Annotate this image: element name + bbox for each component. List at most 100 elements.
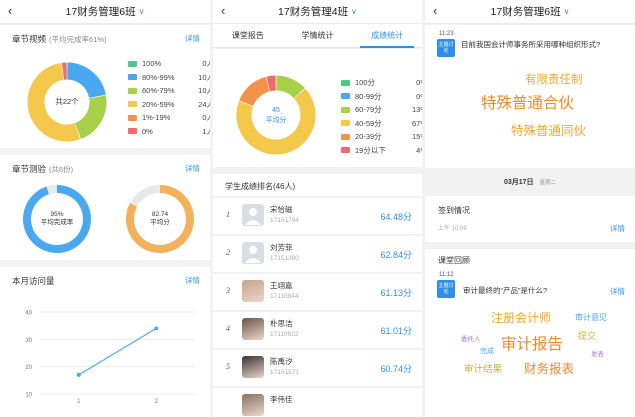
word-cloud-item: 特殊普通同伙 <box>511 124 587 138</box>
legend-swatch <box>341 133 350 140</box>
avatar <box>242 356 264 378</box>
test-detail-link[interactable]: 详情 <box>185 163 200 174</box>
student-name: 王翊嘉 <box>270 281 293 290</box>
student-score: 60.74分 <box>380 364 412 374</box>
review-question[interactable]: 审计最终的“产品”是什么? <box>463 285 547 296</box>
rank-number: 4 <box>226 324 230 333</box>
app-root: ‹ 17财务管理6班 ∨ 章节视频 (平均完成率61%) 详情 共22个 100%… <box>0 0 635 417</box>
donut-slice <box>66 62 106 99</box>
ranking-row[interactable]: 3 王翊嘉 17110844 61.13分 <box>213 274 422 311</box>
word-cloud-item: 财务报表 <box>524 362 575 376</box>
legend-label: 100% <box>142 59 162 69</box>
signin-card[interactable]: 签到情况 上午 10:09 详情 <box>425 196 635 242</box>
ranking-row[interactable]: 李伟佳 <box>213 388 422 417</box>
data-point <box>154 326 159 331</box>
nav-title[interactable]: 17财务管理6班 <box>66 4 136 19</box>
legend-item: 60-79分 13% <box>341 103 422 117</box>
legend-count: 10人 <box>198 72 210 82</box>
back-icon[interactable]: ‹ <box>433 3 437 18</box>
chevron-down-icon[interactable]: ∨ <box>564 7 570 16</box>
ranking-title: 学生成绩排名(46人) <box>225 182 296 191</box>
avatar <box>242 204 264 226</box>
student-score: 61.01分 <box>380 326 412 336</box>
student-score: 64.48分 <box>380 212 412 222</box>
legend-swatch <box>341 120 350 127</box>
legend-item: 19分以下 4% <box>341 144 422 158</box>
legend-swatch <box>341 79 350 86</box>
student-id: 17151380 <box>270 255 299 262</box>
ranking-row[interactable]: 1 宋恰磁 17151794 64.48分 <box>213 198 422 235</box>
y-tick-label: 30 <box>25 338 32 344</box>
review-time: 11:12 <box>439 272 454 278</box>
grade-donut-label: 平均分 <box>265 117 287 124</box>
avatar <box>242 280 264 302</box>
video-detail-link[interactable]: 详情 <box>185 33 200 44</box>
donut-slice <box>266 75 276 92</box>
video-donut-center: 共22个 <box>55 97 79 106</box>
panel-grade-stats: ‹ 17财务管理4班 ∨ 课堂报告 学情统计 成绩统计 45 平均分 100分 0… <box>213 0 422 417</box>
ranking-header: 学生成绩排名(46人) <box>213 174 422 196</box>
test-subtitle: (共6份) <box>49 165 74 174</box>
word-cloud-item: 注册会计师 <box>491 311 552 325</box>
date-separator: 03月17日 星期二 <box>425 177 635 191</box>
ring1-label: 平均完成率 <box>40 219 74 226</box>
nav-bar: ‹ 17财务管理6班 ∨ <box>0 0 210 24</box>
word-cloud-item: 完成 <box>480 348 494 355</box>
word-cloud-item: 委托人 <box>461 336 481 343</box>
tab-bar: 课堂报告 学情统计 成绩统计 <box>213 24 422 48</box>
legend-count: 15% <box>411 132 422 142</box>
grade-donut-value: 45 <box>272 107 280 114</box>
tab-learning-stats[interactable]: 学情统计 <box>283 24 353 47</box>
legend-item: 40-59分 67% <box>341 117 422 131</box>
video-subtitle: (平均完成率61%) <box>49 35 107 44</box>
y-tick-label: 10 <box>25 393 32 399</box>
tab-class-report[interactable]: 课堂报告 <box>213 24 283 47</box>
nav-bar: ‹ 17财务管理6班 ∨ <box>425 0 635 24</box>
legend-label: 40-59分 <box>355 118 382 128</box>
student-name: 陈禹汐 <box>270 357 293 366</box>
student-name: 朴思洁 <box>270 319 293 328</box>
legend-swatch <box>128 101 137 108</box>
student-name: 李伟佳 <box>270 395 293 404</box>
discussion-card: 11:23 主题讨论 目前我国会计师事务所采用哪种组织形式? 有限责任制 特殊普… <box>425 25 635 168</box>
ranking-row[interactable]: 5 陈禹汐 17151571 60.74分 <box>213 350 422 387</box>
review-card: 课堂回顾 11:12 主题讨论 审计最终的“产品”是什么? 详情 注册会计师 审… <box>425 249 635 417</box>
test-card: 章节测验 (共6份) 详情 95% 平均完成率 82.74 平均分 <box>0 155 210 260</box>
panel-class-overview: ‹ 17财务管理6班 ∨ 章节视频 (平均完成率61%) 详情 共22个 100%… <box>0 0 210 417</box>
legend-item: 0% 1人 <box>128 125 210 139</box>
legend-label: 80-99分 <box>355 91 382 101</box>
signin-detail-link[interactable]: 详情 <box>610 223 625 234</box>
legend-item: 1%-19% 0人 <box>128 111 210 125</box>
legend-swatch <box>341 106 350 113</box>
legend-label: 1%-19% <box>142 113 171 123</box>
legend-swatch <box>128 114 137 121</box>
chevron-down-icon[interactable]: ∨ <box>139 7 145 16</box>
panel-class-review: ‹ 17财务管理6班 ∨ 11:23 主题讨论 目前我国会计师事务所采用哪种组织… <box>425 0 635 417</box>
legend-label: 60-79分 <box>355 105 382 115</box>
discussion-question[interactable]: 目前我国会计师事务所采用哪种组织形式? <box>461 39 621 50</box>
y-tick-label: 40 <box>25 311 32 317</box>
nav-title[interactable]: 17财务管理6班 <box>491 4 561 19</box>
student-score: 62.84分 <box>380 250 412 260</box>
ranking-row[interactable]: 4 朴思洁 17110922 61.01分 <box>213 312 422 349</box>
chevron-down-icon[interactable]: ∨ <box>351 7 357 16</box>
word-cloud-item: 审计报告 <box>501 336 564 353</box>
visits-card: 本月访问量 详情 10 20 30 40 1 2 <box>0 267 210 417</box>
video-title: 章节视频 <box>12 34 47 44</box>
ranking-row[interactable]: 2 刘芳菲 17151380 62.84分 <box>213 236 422 273</box>
review-detail-link[interactable]: 详情 <box>610 286 625 297</box>
nav-title[interactable]: 17财务管理4班 <box>278 4 348 19</box>
legend-count: 0人 <box>202 113 210 123</box>
legend-label: 20-39分 <box>355 132 382 142</box>
tab-grade-stats[interactable]: 成绩统计 <box>352 24 422 48</box>
back-icon[interactable]: ‹ <box>8 3 12 18</box>
nav-bar: ‹ 17财务管理4班 ∨ <box>213 0 422 24</box>
legend-label: 100分 <box>355 78 376 88</box>
legend-count: 13% <box>411 105 422 115</box>
legend-count: 10人 <box>198 86 210 96</box>
discussion-time: 11:23 <box>439 31 454 37</box>
ring2-label: 平均分 <box>150 219 170 226</box>
word-cloud-item: 有限责任制 <box>525 74 583 86</box>
legend-swatch <box>341 147 350 154</box>
back-icon[interactable]: ‹ <box>221 3 225 18</box>
